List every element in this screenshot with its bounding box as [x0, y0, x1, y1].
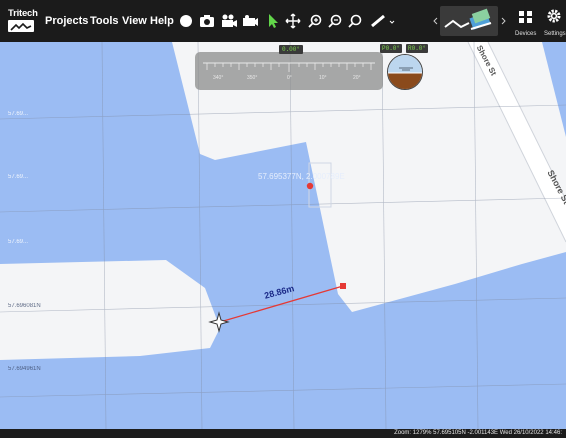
tritech-logo: Tritech	[8, 8, 38, 34]
menu-tools[interactable]: Tools	[90, 0, 119, 42]
sonar-map[interactable]: 57.69... 57.69... 57.69... 57.696081N 57…	[0, 42, 566, 429]
pointer-button[interactable]	[266, 11, 280, 31]
snapshot-button[interactable]	[241, 11, 259, 31]
compass-tick-340: 340°	[213, 75, 224, 81]
zoom-reset-icon	[348, 14, 362, 28]
camera-icon	[200, 15, 214, 27]
compass-tick-0: 0°	[287, 75, 292, 81]
status-bar: Zoom: 1279% 57.695105N -2.001143E Wed 26…	[0, 429, 566, 438]
sonar-layers-icon	[444, 8, 492, 30]
compass-tick-20: 20°	[353, 75, 361, 81]
menu-projects[interactable]: Projects	[45, 0, 88, 42]
gear-icon	[547, 9, 561, 23]
target-marker	[306, 182, 314, 190]
record-button[interactable]	[178, 11, 194, 31]
lat-label-1: 57.69...	[8, 111, 29, 117]
devices-button[interactable]	[516, 7, 536, 27]
lat-label-5: 57.694961N	[8, 366, 41, 372]
pitch-readout: P0.0°	[380, 44, 403, 53]
chevron-right-icon	[501, 17, 506, 25]
compass-hud: 0.00° 340° 350° 0° 10° 20°	[195, 45, 383, 90]
ruler-button[interactable]	[369, 11, 397, 31]
record-icon	[180, 15, 192, 27]
panel-right-arrow[interactable]	[500, 11, 506, 31]
logo-mark	[8, 20, 34, 32]
measurement-end-handle	[340, 283, 346, 289]
menu-view[interactable]: View	[122, 0, 147, 42]
zoom-out-icon	[328, 14, 342, 28]
pointer-icon	[269, 14, 278, 28]
zoom-in-button[interactable]	[307, 11, 323, 31]
lat-label-4: 57.696081N	[8, 303, 41, 309]
devices-icon	[519, 11, 532, 23]
main-toolbar: Tritech Projects Tools View Help Devices…	[0, 0, 566, 42]
ruler-icon	[371, 14, 395, 28]
compass-tick-10: 10°	[319, 75, 327, 81]
pan-icon	[285, 13, 301, 29]
camera-button[interactable]	[198, 11, 216, 31]
video-icon	[221, 14, 237, 27]
attitude-ball	[387, 54, 423, 90]
lat-label-2: 57.69...	[8, 174, 29, 180]
panel-left-arrow[interactable]	[432, 11, 438, 31]
app-window: Tritech Projects Tools View Help Devices…	[0, 0, 566, 438]
devices-label: Devices	[515, 31, 537, 37]
pan-button[interactable]	[284, 11, 302, 31]
compass-tick-350: 350°	[247, 75, 258, 81]
sonar-layers-button[interactable]	[440, 6, 498, 36]
attitude-indicator: P0.0° R0.0°	[380, 44, 429, 92]
zoom-in-icon	[308, 14, 322, 28]
settings-label: Settings	[544, 31, 566, 37]
chevron-left-icon	[432, 17, 437, 25]
lat-label-3: 57.69...	[8, 239, 29, 245]
heading-readout: 0.00°	[279, 45, 303, 54]
zoom-out-button[interactable]	[327, 11, 343, 31]
settings-button[interactable]	[544, 6, 564, 26]
zoom-reset-button[interactable]	[347, 11, 363, 31]
video-button[interactable]	[220, 11, 238, 31]
cursor-coordinate: 57.695377N, 2.000789E	[258, 172, 345, 181]
roll-readout: R0.0°	[406, 44, 429, 53]
snapshot-icon	[242, 15, 258, 26]
logo-text: Tritech	[8, 8, 38, 19]
menu-help[interactable]: Help	[150, 0, 174, 42]
map-canvas	[0, 42, 566, 429]
